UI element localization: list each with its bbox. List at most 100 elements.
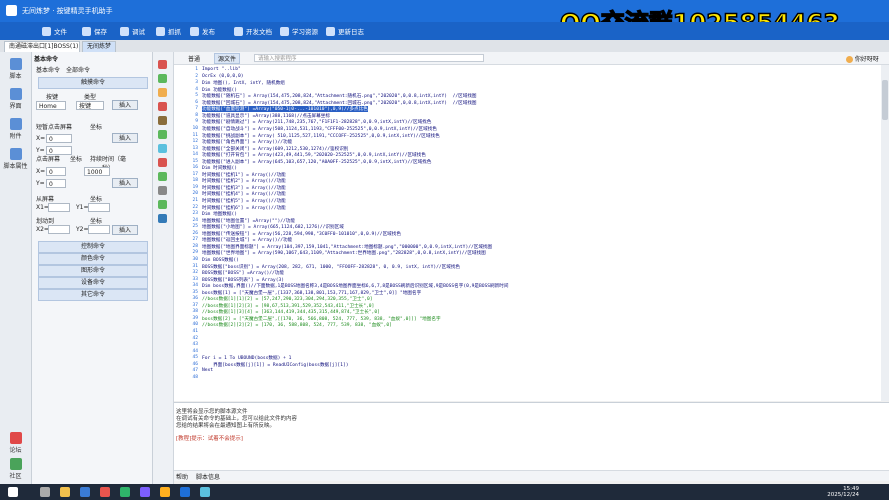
code-line[interactable]: Dim 地图(), IntX, intY, 随机数组	[202, 80, 285, 86]
learn-button[interactable]: 学习资源	[280, 25, 318, 37]
code-line[interactable]: boss数据[1] = ["天魔古堡一层",[1337,368,138,801,…	[202, 290, 421, 296]
code-line[interactable]: Dim 功能数据()	[202, 87, 237, 93]
code-editor[interactable]: 1 Import "..lib" 2 OcrEx (0,0,0,0) 3 Dim 地图()…	[174, 65, 881, 401]
tool-green4-icon[interactable]	[158, 200, 167, 209]
tool-green3-icon[interactable]	[158, 172, 167, 181]
code-line[interactable]: 地图数据["传送按钮"] = Array(56,228,594,998,"3C0…	[202, 231, 401, 237]
code-line[interactable]: OcrEx (0,0,0,0)	[202, 74, 244, 79]
code-line[interactable]: 地图数据["世界地图"] = Array(590,1067,643,1109,"…	[202, 250, 486, 256]
code-line[interactable]: 时间数据["挂机2"] = Array()//功能	[202, 178, 286, 184]
code-line[interactable]: 功能数据["回城石"] = Array(154,475,208,824,"Att…	[202, 100, 477, 106]
tab-help[interactable]: 帮助	[176, 472, 188, 481]
capture-button[interactable]: 抓抓	[156, 25, 181, 37]
code-line[interactable]: 功能数据["进入副本"] = Array(645,103,657,120,"A0…	[202, 159, 431, 165]
code-line[interactable]: Dim boss数据,界面()//下面数据,1是BOSS地图名称3,4是BOSS…	[202, 283, 508, 289]
swipe-y2-input[interactable]	[88, 225, 110, 234]
code-line[interactable]: 功能数据["血量检测"] =Array("050-1|0-...-101010"…	[202, 106, 368, 113]
code-line[interactable]: //boss数据[1][1][2] = [57,247,290,323,304,…	[202, 296, 373, 302]
publish-button[interactable]: 发布	[190, 25, 215, 37]
code-line[interactable]: 地图数据["地图位置"] =Array("")//功能	[202, 218, 295, 224]
section-touch[interactable]: 触摸命令	[38, 77, 148, 89]
insert-swipe-button[interactable]: 插入	[112, 225, 138, 235]
editor-scroll-thumb[interactable]	[882, 80, 888, 120]
rail-props[interactable]: 脚本属性	[3, 148, 28, 170]
app3-icon[interactable]	[120, 487, 130, 497]
tool-red2-icon[interactable]	[158, 102, 167, 111]
tab-normal[interactable]: 普通	[188, 54, 200, 63]
tool-green2-icon[interactable]	[158, 130, 167, 139]
code-line[interactable]: 功能数据["全部关闭"] = Array(609,1212,530,1274)/…	[202, 146, 348, 152]
code-line[interactable]: 功能数据["剧情跳过"] = Array(211,748,235,767,"F1…	[202, 119, 431, 125]
code-line[interactable]: Next	[202, 368, 213, 373]
code-line[interactable]: 时间数据["挂机1"] = Array()//功能	[202, 172, 286, 178]
section-graphics[interactable]: 图形命令	[38, 265, 148, 277]
code-line[interactable]: 时间数据["挂机6"] = Array()//功能	[202, 205, 286, 211]
swipe-x1-input[interactable]	[48, 203, 70, 212]
insert-tap-button[interactable]: 插入	[112, 133, 138, 143]
section-color[interactable]: 颜色命令	[38, 253, 148, 265]
hold-input[interactable]: 1000	[84, 167, 110, 176]
clock[interactable]: 15:49 2025/12/24	[827, 486, 859, 498]
rail-community[interactable]: 社区	[3, 458, 28, 480]
tab-script-info[interactable]: 脚本信息	[196, 472, 220, 481]
tab-all-commands[interactable]: 全部命令	[66, 65, 90, 74]
app7-icon[interactable]	[200, 487, 210, 497]
code-line[interactable]: Dim BOSS数据()	[202, 257, 239, 263]
code-line[interactable]: //boss数据[1][3][4] = [363,144,419,344,435…	[202, 309, 380, 315]
code-line[interactable]: 时间数据["挂机4"] = Array()//功能	[202, 191, 286, 197]
app6-icon[interactable]	[180, 487, 190, 497]
dev-docs-button[interactable]: 开发文档	[234, 25, 272, 37]
tool-blue-icon[interactable]	[158, 144, 167, 153]
tool-green-icon[interactable]	[158, 74, 167, 83]
code-line[interactable]: For i = 1 To UBOUND(boss数据) + 1	[202, 355, 291, 361]
code-line[interactable]: BOSS数据["BOSS列表"] = Array(3)	[202, 277, 284, 283]
explorer-icon[interactable]	[60, 487, 70, 497]
debug-button[interactable]: 调试	[120, 25, 145, 37]
code-line[interactable]: 功能数据["角色界面"] = Array()//功能	[202, 139, 292, 145]
search-icon[interactable]	[40, 487, 50, 497]
rail-attach[interactable]: 附件	[3, 118, 28, 140]
swipe-x2-input[interactable]	[48, 225, 70, 234]
code-line[interactable]: 界面[boss数据[j][1]] = ReadUIConfig(boss数据[j…	[202, 362, 348, 368]
press-x-input[interactable]: 0	[46, 167, 66, 176]
tab-file-2[interactable]: 无间炼梦	[82, 41, 117, 52]
history-button[interactable]: 更新日志	[326, 25, 364, 37]
insert-key-button[interactable]: 插入	[112, 100, 138, 110]
code-line[interactable]: BOSS数据["BOSS"] =Array()//功能	[202, 270, 284, 276]
code-line[interactable]: Dim 地图数据()	[202, 211, 237, 217]
tab-basic-commands[interactable]: 基本命令	[36, 65, 60, 74]
section-device[interactable]: 设备命令	[38, 277, 148, 289]
code-line[interactable]: 功能数据["打开背包"] = Array(423,49,441,59,"2020…	[202, 152, 426, 158]
assistant-button[interactable]: 你好呀呀	[846, 54, 879, 63]
rail-script[interactable]: 脚本	[3, 58, 28, 80]
code-line[interactable]: 地图数据["地图界面标题"] = Array(104,397,159,1041,…	[202, 244, 492, 250]
code-line[interactable]: 功能数据["随机石"] = Array(154,475,208,824,"Att…	[202, 93, 477, 99]
swipe-y1-input[interactable]	[88, 203, 110, 212]
app-icon[interactable]	[80, 487, 90, 497]
search-input[interactable]: 请输入搜索程序	[254, 54, 484, 62]
code-line[interactable]: Import "..lib"	[202, 67, 241, 72]
tool-red-icon[interactable]	[158, 60, 167, 69]
section-other[interactable]: 其它命令	[38, 289, 148, 301]
press-y-input[interactable]: 0	[46, 179, 66, 188]
code-line[interactable]: 时间数据["挂机5"] = Array()//功能	[202, 198, 286, 204]
code-line[interactable]: boss数据[2] = ["天魔古堡二层",[[170, 36, 566,808…	[202, 316, 441, 322]
start-icon[interactable]	[8, 487, 18, 497]
code-line[interactable]: 地图数据["返回主城"] = Array()//功能	[202, 237, 292, 243]
file-menu-button[interactable]: 文件	[42, 25, 67, 37]
code-line[interactable]: 功能数据["自动战斗"] = Array(508,1124,531,1193,"…	[202, 126, 437, 132]
code-line[interactable]: //boss数据[2][2][2] = [170, 36, 588,808, 5…	[202, 322, 392, 328]
tool-orange-icon[interactable]	[158, 88, 167, 97]
tool-blue2-icon[interactable]	[158, 214, 167, 223]
code-line[interactable]: //boss数据[1][2][3] = [98,67,513,391,529,3…	[202, 303, 374, 309]
app5-icon[interactable]	[160, 487, 170, 497]
tap-x-input[interactable]: 0	[46, 134, 72, 143]
code-line[interactable]: Dim 时间数据()	[202, 165, 237, 171]
app2-icon[interactable]	[100, 487, 110, 497]
key-select[interactable]: Home	[36, 101, 66, 110]
code-line[interactable]: 功能数据["挑战副本"] = Array( 510,1125,527,1191,…	[202, 133, 440, 139]
code-line[interactable]: 功能数据["道具显示"] =Array(388,1168)//点击屏幕坐标	[202, 113, 330, 119]
rail-ui[interactable]: 界面	[3, 88, 28, 110]
type-select[interactable]: 按键	[76, 101, 104, 110]
code-line[interactable]: BOSS数据["boss识别"] = Array(208, 282, 671, …	[202, 264, 460, 270]
